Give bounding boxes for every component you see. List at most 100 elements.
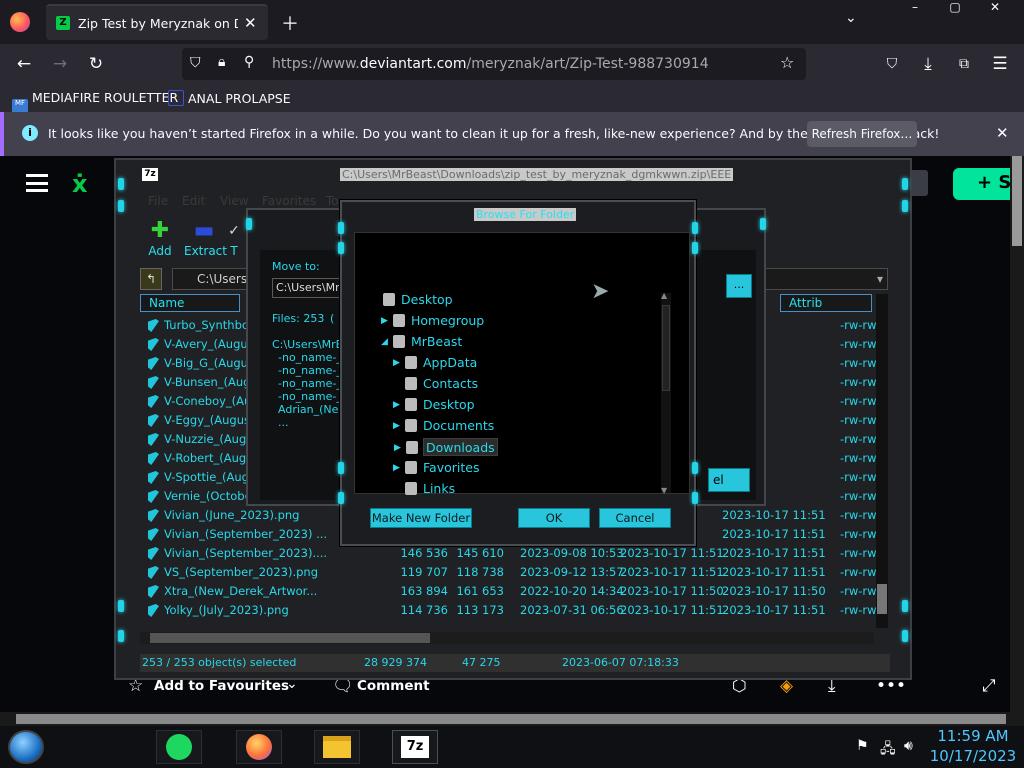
table-row[interactable]: Yolky_(July_2023).png 114 736 113 173 2023-… [140,601,880,620]
cell-attr: -rw-rw [840,527,877,541]
scroll-thumb[interactable] [16,714,1006,724]
cell-name: Vivian_(September_2023).... [164,546,328,560]
bookmark-second[interactable]: ANAL PROLAPSE [168,90,291,106]
lock-icon[interactable]: 🔒︎ [218,54,225,70]
scroll-thumb[interactable] [877,584,887,614]
taskbar-explorer[interactable] [314,730,360,764]
maximize-icon[interactable]: ▢ [940,0,970,30]
back-arrow-icon[interactable]: ← [12,52,36,76]
menu-hamburger-icon[interactable] [26,174,48,192]
tree-item-homegroup[interactable]: ▶ Homegroup [381,312,484,330]
shield-icon[interactable]: ⛉ [190,55,201,71]
menu-tools[interactable]: To [326,194,339,208]
firefox-icon[interactable] [10,12,30,32]
list-tabs-chevron-icon[interactable]: ⌄ [845,10,857,26]
tree-item-downloads[interactable]: ▶ Downloads [394,438,498,456]
move-path-input[interactable]: C:\Users\Mr [272,278,342,298]
forward-arrow-icon[interactable]: → [48,52,72,76]
tree-item-appdata[interactable]: ▶ AppData [393,354,478,372]
ok-button[interactable]: OK [518,508,590,528]
close-notification-icon[interactable]: ✕ [996,124,1009,142]
cancel-button[interactable]: Cancel [599,508,671,528]
taskbar-firefox[interactable] [236,730,282,764]
menu-view[interactable]: View [220,194,248,208]
folder-tree[interactable]: ▲ ▼ ➤ Desktop ▶ Homegroup ◢ MrBeast ▶ AppData C… [354,232,690,496]
scroll-up-icon[interactable]: ▲ [661,291,667,300]
table-row[interactable]: Vivian_(September_2023).... 146 536 145 61… [140,544,880,563]
tree-item-mrbeast[interactable]: ◢ MrBeast [381,333,462,351]
tree-item-label: AppData [423,355,478,370]
scroll-thumb[interactable] [662,305,670,391]
minimize-icon[interactable]: – [900,0,930,30]
extract-button[interactable]: ▬ Extract [184,218,227,258]
download-icon[interactable]: ⤓ [916,52,940,76]
file-list-vertical-scrollbar[interactable] [876,294,888,628]
start-orb-icon[interactable] [8,730,44,764]
url-bar[interactable]: ⛉ 🔒︎ ⚲ https://www.deviantart.com/meryzn… [182,48,806,80]
table-row[interactable]: VS_(September_2023).png 119 707 118 738 202… [140,563,880,582]
deviantart-logo-icon[interactable]: ẋ [72,170,87,198]
extensions-icon[interactable]: ⧉ [952,52,976,76]
flag-icon[interactable]: ⚑ [856,738,869,754]
add-to-favourites-button[interactable]: Add to Favourites [154,678,289,694]
taskbar-7zip[interactable]: 7z [392,730,438,764]
comment-button[interactable]: Comment [357,678,430,694]
expand-arrow-icon[interactable]: ▶ [393,396,400,414]
page-vertical-scrollbar[interactable] [1010,156,1024,712]
tree-item-favorites[interactable]: ▶ Favorites [393,459,479,477]
page-horizontal-scrollbar[interactable] [0,712,1024,726]
close-window-icon[interactable]: ✕ [980,0,1010,30]
file-icon [148,414,159,427]
column-attributes[interactable]: Attrib [780,294,872,312]
expand-arrow-icon[interactable]: ▶ [393,354,400,372]
system-clock[interactable]: 11:59 AM 10/17/2023 [928,726,1018,766]
info-icon: i [22,125,38,141]
url-text[interactable]: https://www.deviantart.com/meryznak/art/… [272,56,709,72]
menu-favorites[interactable]: Favorites [262,194,316,208]
volume-icon[interactable]: 🔊︎ [904,738,913,754]
close-tab-icon[interactable]: ✕ [244,14,257,32]
cell-attr: -rw-rw [840,375,877,389]
tree-scrollbar[interactable]: ▲ ▼ [661,291,671,495]
refresh-firefox-button[interactable]: Refresh Firefox… [807,121,917,147]
test-button[interactable]: ✓ T [226,218,242,258]
browse-button[interactable]: ... [726,274,752,298]
reload-icon[interactable]: ↻ [84,52,108,76]
network-icon[interactable]: 🖧︎ [880,738,896,762]
scroll-thumb[interactable] [150,633,430,643]
menu-hamburger-icon[interactable]: ☰ [988,52,1012,76]
cancel-button[interactable]: el [708,468,750,492]
new-tab-icon[interactable]: ＋ [281,10,299,36]
dropdown-arrow-icon[interactable]: ▾ [877,269,883,289]
collapse-arrow-icon[interactable]: ◢ [381,333,388,351]
scroll-thumb[interactable] [1012,156,1022,246]
tree-item-contacts[interactable]: Contacts [405,375,478,393]
tree-item-desktop[interactable]: ▶ Desktop [393,396,475,414]
column-name[interactable]: Name [140,294,240,312]
expand-arrow-icon[interactable]: ▶ [393,459,400,477]
expand-arrow-icon[interactable]: ▶ [381,312,388,330]
expand-icon[interactable]: ⤢ [982,676,996,696]
tree-item-documents[interactable]: ▶ Documents [393,417,494,435]
pocket-icon[interactable]: ⛉ [880,52,904,76]
move-list-5: Adrian_(New [278,403,348,416]
menu-edit[interactable]: Edit [182,194,205,208]
expand-arrow-icon[interactable]: ▶ [393,417,400,435]
browse-for-folder-dialog[interactable]: Browse For Folder ▲ ▼ ➤ Desktop ▶ Homegrou… [338,200,698,546]
taskbar-notes[interactable] [156,730,202,764]
scroll-down-icon[interactable]: ▼ [661,486,667,495]
table-row[interactable]: Xtra_(New_Derek_Artwor... 163 894 161 653 2… [140,582,880,601]
add-button[interactable]: ✚ Add [140,218,180,258]
menu-file[interactable]: File [148,194,168,208]
permissions-icon[interactable]: ⚲ [244,54,254,70]
tree-item-links[interactable]: Links [405,480,455,498]
tree-item-desktop[interactable]: Desktop [383,291,453,309]
expand-arrow-icon[interactable]: ▶ [394,439,401,457]
browser-tab[interactable]: Z Zip Test by Meryznak on DeviantArt ✕ [46,4,268,40]
file-list-horizontal-scrollbar[interactable] [140,632,874,644]
make-new-folder-button[interactable]: Make New Folder [370,508,472,528]
folder-up-icon[interactable]: ↰ [140,268,162,290]
star-bookmark-icon[interactable]: ☆ [780,53,794,72]
7zip-title-bar[interactable]: 7z C:\Users\MrBeast\Downloads\zip_test_b… [116,166,910,186]
folder-icon [323,736,351,758]
